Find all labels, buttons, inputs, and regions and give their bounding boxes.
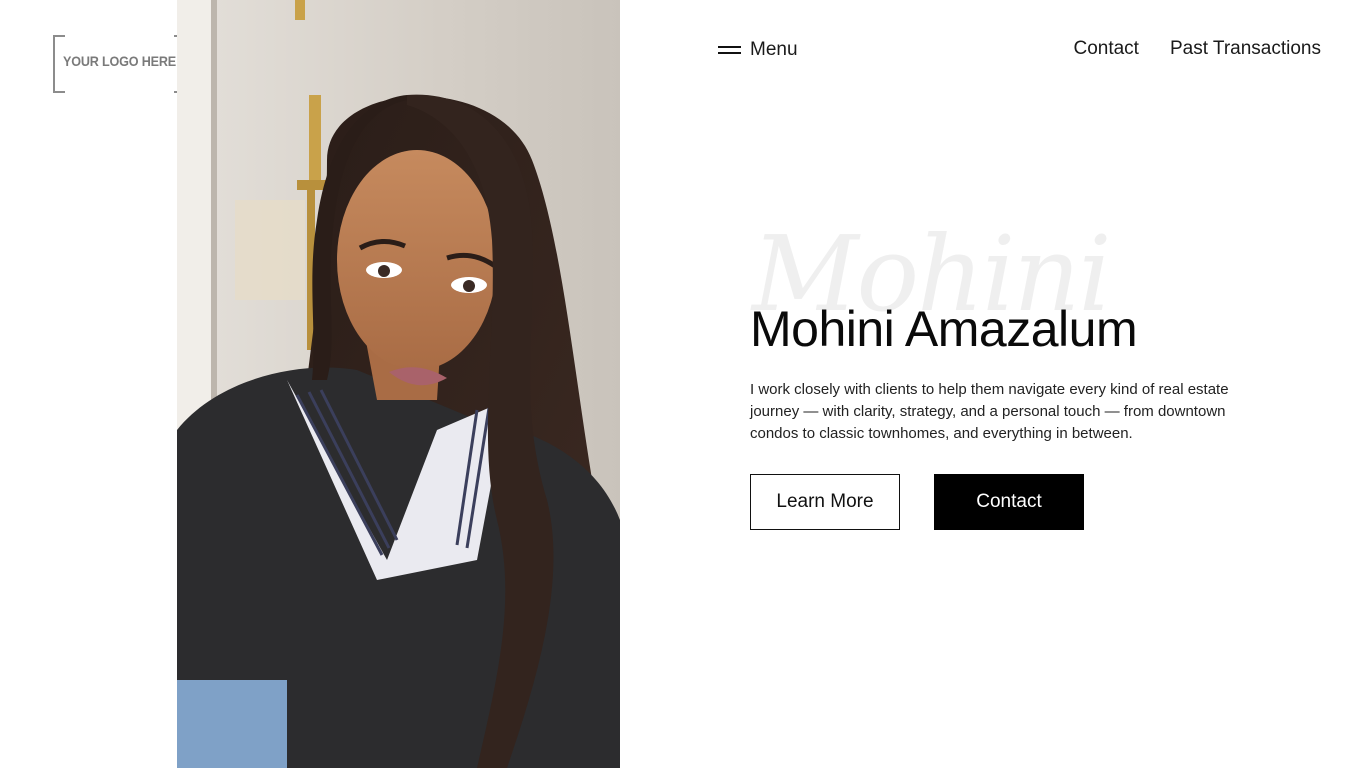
nav-link-past-transactions[interactable]: Past Transactions [1170,38,1321,60]
learn-more-button[interactable]: Learn More [750,474,900,530]
hamburger-icon [718,46,741,54]
nav-link-contact[interactable]: Contact [1073,38,1138,60]
page: YOUR LOGO HERE Menu Contact Past Transac… [0,0,1366,768]
agent-description: I work closely with clients to help them… [750,381,1229,442]
agent-name-heading: Mohini Amazalum [750,301,1138,357]
top-nav: Contact Past Transactions [1073,38,1321,60]
logo[interactable]: YOUR LOGO HERE [53,35,186,93]
contact-button[interactable]: Contact [934,474,1084,530]
menu-label: Menu [750,39,798,60]
logo-text: YOUR LOGO HERE [62,53,176,69]
menu-toggle[interactable]: Menu [718,38,798,62]
agent-portrait-photo [177,0,620,768]
